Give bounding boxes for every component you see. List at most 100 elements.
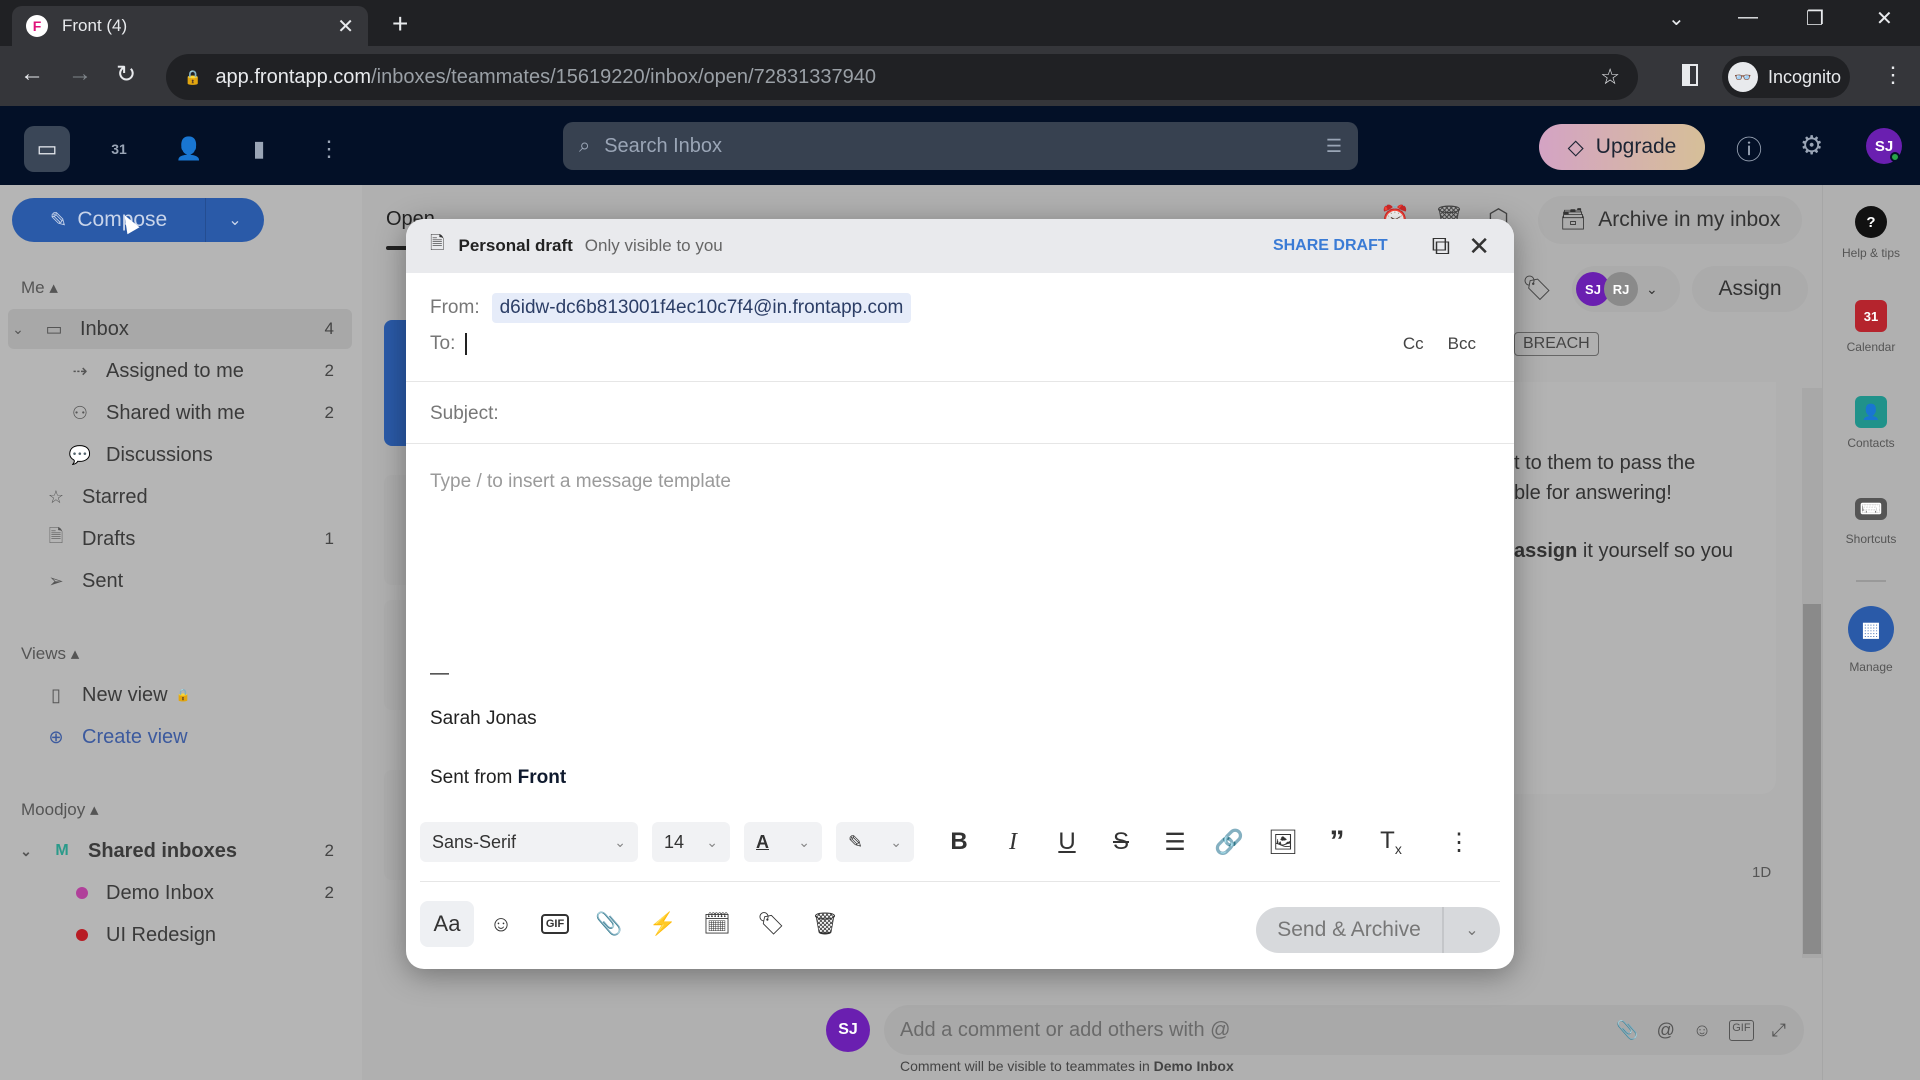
mention-icon[interactable]: @ [1657,1020,1675,1041]
rail-help-tips[interactable]: ? Help & tips [1822,206,1920,260]
calendar-app-icon[interactable]: 31 [96,126,142,172]
url-input[interactable]: 🔒 app.frontapp.com/inboxes/teammates/156… [166,54,1638,100]
comment-input[interactable]: Add a comment or add others with @ 📎 @ ☺… [884,1005,1804,1055]
assignees-dropdown[interactable]: SJ RJ ⌄ [1572,266,1680,312]
expand-icon[interactable]: ⤢ [1772,1020,1786,1041]
chevron-down-icon[interactable]: ⌄ [8,321,28,338]
browser-tab[interactable]: F Front (4) ✕ [12,6,368,46]
archive-in-my-inbox-button[interactable]: 🗃 Archive in my inbox [1538,196,1802,244]
help-icon[interactable]: ⓘ [1736,130,1762,167]
send-options-chevron-icon[interactable]: ⌄ [1444,920,1500,940]
sidebar-item-demo-inbox[interactable]: Demo Inbox 2 [0,873,352,913]
reload-icon[interactable]: ↻ [116,60,136,89]
upgrade-button[interactable]: ◇ Upgrade [1539,124,1705,170]
bold-icon[interactable]: B [932,828,986,856]
gif-icon[interactable]: GIF [528,901,582,947]
rail-manage[interactable]: ▦ Manage [1822,606,1920,674]
rail-contacts[interactable]: 👤 Contacts [1822,396,1920,450]
link-icon[interactable]: 🔗 [1202,828,1256,857]
cc-button[interactable]: Cc [1403,334,1424,354]
moodjoy-section-header[interactable]: Moodjoy ▴ [21,800,99,820]
rail-calendar[interactable]: 31 Calendar [1822,300,1920,354]
side-panel-icon[interactable] [1682,64,1698,86]
attachment-icon[interactable]: 📎 [1616,1020,1638,1041]
sidebar-item-assigned[interactable]: ⇢ Assigned to me 2 [0,351,352,391]
quote-icon[interactable]: ” [1310,825,1364,859]
sidebar-item-shared-inboxes[interactable]: ⌄ M Shared inboxes 2 [0,831,352,871]
search-inbox-input[interactable]: ⌕ Search Inbox ☰ [563,122,1358,170]
settings-gear-icon[interactable]: ⚙ [1800,130,1823,161]
italic-icon[interactable]: I [986,829,1040,856]
tag-icon[interactable]: 🏷 [1522,274,1552,303]
forward-icon[interactable]: → [68,60,92,88]
filter-icon[interactable]: ☰ [1326,136,1342,157]
sidebar-item-new-view[interactable]: ▯ New view 🔒 [0,675,352,715]
close-tab-icon[interactable]: ✕ [337,14,354,39]
bcc-button[interactable]: Bcc [1448,334,1476,354]
font-family-select[interactable]: Sans-Serif ⌄ [420,822,638,862]
emoji-icon[interactable]: ☺ [1693,1020,1711,1041]
contacts-app-icon[interactable]: 👤 [166,126,212,172]
sidebar-item-drafts[interactable]: 🗎 Drafts 1 [0,519,352,559]
text-color-select[interactable]: A ⌄ [744,822,822,862]
inbox-app-icon[interactable]: ▭ [24,126,70,172]
sidebar-item-shared[interactable]: ⚇ Shared with me 2 [0,393,352,433]
font-size-select[interactable]: 14 ⌄ [652,822,730,862]
pop-out-icon[interactable]: ⧉ [1432,230,1451,262]
clear-formatting-icon[interactable]: Tx [1364,827,1418,857]
close-window-button[interactable]: ✕ [1876,6,1893,31]
attachment-icon[interactable]: 📎 [582,901,636,947]
from-address-select[interactable]: d6idw-dc6b813001f4ec10c7f4@in.frontapp.c… [491,293,912,323]
strikethrough-icon[interactable]: S [1094,828,1148,856]
sidebar-item-ui-redesign[interactable]: UI Redesign [0,915,352,955]
chevron-down-icon[interactable]: ⌄ [16,843,36,860]
send-archive-button[interactable]: Send & Archive [1256,907,1444,953]
me-section-header[interactable]: Me ▴ [21,278,58,298]
close-icon[interactable]: ✕ [1468,231,1490,262]
compose-button-group[interactable]: ✎ Compose ⌄ [12,198,264,242]
rail-shortcuts[interactable]: ⌨ Shortcuts [1822,492,1920,546]
template-lightning-icon[interactable]: ⚡ [636,901,690,947]
compose-button[interactable]: ✎ Compose [12,198,206,242]
sidebar-item-starred[interactable]: ☆ Starred [0,477,352,517]
underline-icon[interactable]: U [1040,828,1094,856]
sidebar-item-discussions[interactable]: 💬 Discussions [0,435,352,475]
bookmark-star-icon[interactable]: ☆ [1600,64,1620,90]
message-body-editor[interactable]: Type / to insert a message template — Sa… [430,471,1490,801]
more-apps-icon[interactable]: ⋮ [306,126,352,172]
more-options-icon[interactable]: ⋮ [1432,828,1486,857]
sidebar-item-count: 2 [324,403,334,422]
emoji-icon[interactable]: ☺ [474,901,528,947]
tab-search-icon[interactable]: ⌄ [1668,6,1685,31]
scrollbar-thumb[interactable] [1803,604,1821,954]
back-icon[interactable]: ← [20,60,44,88]
tag-badge[interactable]: BREACH [1514,332,1599,356]
compose-dropdown-icon[interactable]: ⌄ [206,210,264,230]
incognito-badge[interactable]: 👓 Incognito [1722,56,1850,98]
gif-icon[interactable]: GIF [1729,1019,1754,1041]
delete-draft-icon[interactable]: 🗑 [798,901,852,947]
bullet-list-icon[interactable]: ☰ [1148,828,1202,857]
send-archive-button-group: Send & Archive ⌄ [1256,907,1500,953]
insert-image-icon[interactable]: 🖼 [1256,828,1310,857]
browser-menu-icon[interactable]: ⋮ [1882,62,1904,88]
analytics-app-icon[interactable]: ▮ [236,126,282,172]
restore-button[interactable]: ❐ [1806,6,1824,31]
share-draft-button[interactable]: SHARE DRAFT [1273,237,1388,255]
sidebar-item-sent[interactable]: ➢ Sent [0,561,352,601]
tag-icon[interactable]: 🏷 [744,901,798,947]
subject-field[interactable]: Subject: [430,403,1490,425]
create-view-link[interactable]: ⊕ Create view [0,717,352,757]
sidebar-item-inbox[interactable]: ⌄ ▭ Inbox 4 [8,309,352,349]
assign-button[interactable]: Assign [1692,266,1808,312]
schedule-send-icon[interactable]: 🗓 [690,901,744,947]
sidebar-item-label: UI Redesign [106,923,217,946]
to-input-caret[interactable] [465,333,468,355]
new-tab-button[interactable]: + [392,8,408,40]
star-icon: ☆ [47,486,65,507]
minimize-button[interactable]: — [1738,6,1758,29]
signature-sent-from: Sent from Front [430,767,567,788]
highlight-color-select[interactable]: ✎ ⌄ [836,822,914,862]
formatting-toggle-icon[interactable]: Aa [420,901,474,947]
views-section-header[interactable]: Views ▴ [21,644,79,664]
